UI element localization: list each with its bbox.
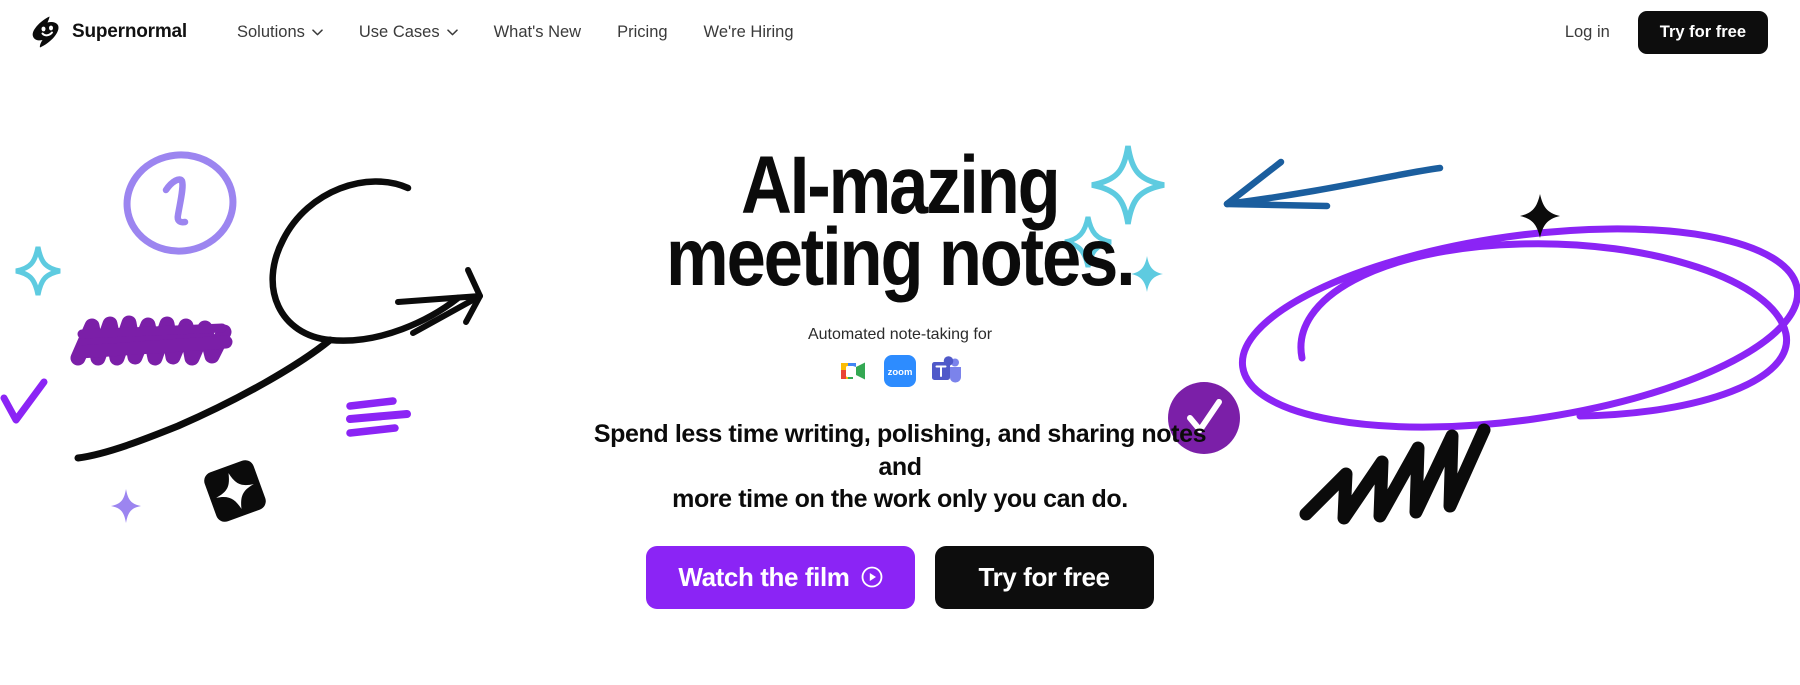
headline-line-2: meeting notes.	[666, 212, 1136, 304]
black-four-point-star-doodle	[1520, 194, 1560, 238]
purple-three-lines-doodle	[346, 397, 411, 437]
page-title: AI-mazing meeting notes.	[666, 144, 1136, 304]
black-loop-arrow-doodle	[74, 178, 483, 462]
nav-item-pricing[interactable]: Pricing	[599, 15, 685, 50]
purple-double-oval-doodle	[1238, 225, 1800, 431]
nav-item-label: We're Hiring	[703, 22, 794, 41]
main-navigation: Supernormal Solutions Use Cases What's N…	[0, 0, 1800, 64]
nav-item-label: Use Cases	[358, 22, 440, 41]
watch-the-film-label: Watch the film	[678, 561, 850, 592]
nav-item-label: What's New	[493, 22, 582, 41]
landing-page: Supernormal Solutions Use Cases What's N…	[0, 0, 1800, 685]
nav-try-for-free-button[interactable]: Try for free	[1637, 10, 1768, 54]
brand-logo-link[interactable]: Supernormal	[32, 16, 187, 48]
watch-the-film-button[interactable]: Watch the film	[646, 545, 915, 609]
hero-section: AI-mazing meeting notes. Automated note-…	[0, 0, 1800, 685]
circled-number-one-doodle	[123, 151, 237, 255]
nav-item-were-hiring[interactable]: We're Hiring	[686, 15, 812, 50]
google-meet-icon	[837, 354, 871, 389]
chevron-down-icon	[312, 28, 323, 35]
nav-links: Solutions Use Cases What's New Pricing W…	[219, 15, 812, 50]
play-circle-icon	[861, 566, 882, 588]
nav-item-solutions[interactable]: Solutions	[219, 15, 341, 50]
hero-description: Spend less time writing, polishing, and …	[580, 418, 1220, 516]
brand-name: Supernormal	[72, 21, 187, 42]
integration-icons: zoom	[837, 354, 963, 389]
small-purple-sparkle-doodle	[111, 489, 141, 523]
hero-cta-row: Watch the film Try for free	[646, 545, 1154, 609]
hero-try-for-free-button[interactable]: Try for free	[934, 545, 1154, 609]
purple-check-doodle	[0, 378, 48, 424]
cyan-sparkle-doodle	[15, 246, 61, 296]
blue-arrow-doodle	[1223, 158, 1444, 210]
chevron-down-icon	[446, 28, 458, 35]
cyan-sparkle-small-doodle	[1131, 256, 1163, 292]
black-diamond-sparkle-doodle	[204, 460, 266, 522]
nav-item-label: Solutions	[237, 22, 305, 41]
nav-actions: Log in Try for free	[1565, 10, 1768, 54]
login-link[interactable]: Log in	[1565, 23, 1610, 42]
nav-item-use-cases[interactable]: Use Cases	[341, 15, 476, 50]
integrations-eyebrow: Automated note-taking for	[807, 326, 993, 344]
lightning-bolt-smiley-icon	[32, 16, 59, 48]
hero-description-line-1: Spend less time writing, polishing, and …	[593, 420, 1207, 481]
purple-scribble-doodle	[70, 315, 233, 366]
zoom-icon: zoom	[884, 355, 916, 388]
svg-text:zoom: zoom	[888, 367, 913, 378]
nav-item-label: Pricing	[617, 22, 668, 41]
nav-item-whats-new[interactable]: What's New	[476, 15, 600, 50]
hero-description-line-2: more time on the work only you can do.	[672, 485, 1128, 514]
microsoft-teams-icon	[932, 356, 961, 383]
black-zigzag-scribble-doodle	[1299, 423, 1491, 525]
